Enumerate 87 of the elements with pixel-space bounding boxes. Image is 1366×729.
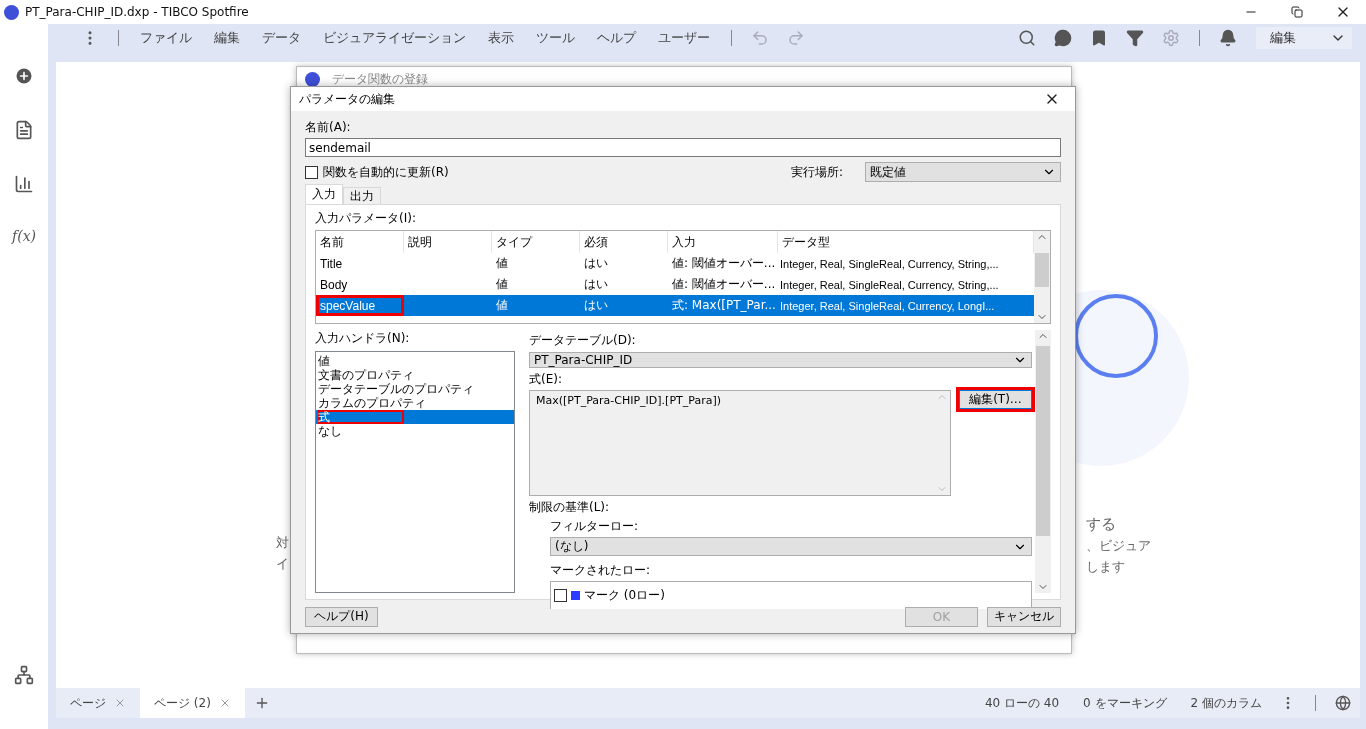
list-item[interactable]: データテーブルのプロパティ bbox=[316, 382, 514, 396]
hint-text: イ bbox=[276, 555, 289, 573]
table-row[interactable]: specValue 値 はい 式: Max([PT_Par... Integer, Real, SingleReal, Currency, LongI... bbox=[316, 295, 1034, 316]
filter-dropdown[interactable]: (なし) bbox=[550, 537, 1032, 556]
page-tab[interactable]: ページ bbox=[56, 688, 140, 718]
menu-item[interactable]: ファイル bbox=[129, 29, 203, 47]
column-header[interactable]: 入力 bbox=[668, 231, 778, 253]
column-header[interactable]: 名前 bbox=[316, 231, 404, 253]
table-cell-text: はい bbox=[583, 276, 609, 293]
chat-icon[interactable] bbox=[1054, 29, 1072, 47]
table-cell-text: 値: 閾値オーバー... bbox=[671, 276, 777, 293]
table-cell-text: 値 bbox=[495, 297, 509, 314]
table-cell-text: 値: 閾値オーバー... bbox=[671, 255, 777, 272]
checkbox[interactable] bbox=[305, 165, 318, 179]
column-header[interactable]: 必須 bbox=[580, 231, 668, 253]
menu-item[interactable]: ユーザー bbox=[647, 29, 721, 47]
app-logo-icon bbox=[4, 4, 19, 20]
table-cell-text: 値 bbox=[495, 276, 509, 293]
mode-dropdown[interactable]: 編集 bbox=[1256, 27, 1352, 49]
table-cell-text: Body bbox=[319, 276, 349, 294]
menu-item[interactable]: データ bbox=[251, 29, 312, 47]
table-cell-text: Title bbox=[319, 255, 344, 273]
tab[interactable]: 出力 bbox=[343, 187, 381, 204]
field-label: マークされたロー: bbox=[550, 562, 652, 579]
menu-item[interactable]: ビジュアライゼーション bbox=[312, 29, 477, 47]
field-label: 実行場所: bbox=[790, 163, 843, 181]
field-label: フィルターロー: bbox=[550, 518, 640, 535]
hint-text: します bbox=[1086, 558, 1126, 576]
table-cell: specValue bbox=[316, 295, 404, 316]
filter-icon[interactable] bbox=[1126, 29, 1144, 47]
globe-icon[interactable] bbox=[1335, 695, 1351, 711]
hint-text: 対 bbox=[276, 534, 289, 552]
menu-item[interactable]: 編集 bbox=[203, 29, 251, 47]
run-location-dropdown[interactable]: 既定値 bbox=[865, 162, 1061, 182]
field-label: 名前(A): bbox=[305, 119, 352, 136]
field-label: 制限の基準(L): bbox=[529, 499, 611, 516]
table-cell-text: 値 bbox=[495, 255, 509, 272]
table-cell-text: Integer, Real, SingleReal, Currency, String,... bbox=[779, 256, 1000, 272]
app-logo-icon bbox=[305, 71, 320, 87]
document-icon[interactable] bbox=[14, 120, 34, 140]
field-label: 式(E): bbox=[529, 371, 563, 388]
section-label: 入力パラメータ(I): bbox=[315, 210, 417, 227]
table-cell-text: 式: Max([PT_Par... bbox=[671, 297, 777, 314]
list-item[interactable]: 文書のプロパティ bbox=[316, 368, 514, 382]
bookmark-icon[interactable] bbox=[1090, 29, 1108, 47]
list-item[interactable]: 値 bbox=[316, 354, 514, 368]
table-cell-text: Integer, Real, SingleReal, Currency, LongI... bbox=[779, 298, 996, 314]
dialog-title: データ関数の登録 bbox=[332, 70, 428, 88]
status-text: 40 ローの 40 bbox=[984, 694, 1060, 712]
data-table-dropdown[interactable]: PT_Para-CHIP_ID bbox=[529, 352, 1032, 368]
bar-chart-icon[interactable] bbox=[14, 174, 34, 194]
field-label: データテーブル(D): bbox=[529, 332, 637, 349]
section-label: 入力ハンドラ(N): bbox=[315, 330, 411, 347]
restore-icon[interactable] bbox=[1291, 6, 1303, 18]
column-header[interactable]: 説明 bbox=[404, 231, 492, 253]
hint-text: 、ビジュア bbox=[1086, 537, 1151, 555]
name-field[interactable]: sendemail bbox=[305, 138, 1061, 157]
add-icon[interactable] bbox=[14, 66, 34, 86]
formula-icon[interactable]: f(x) bbox=[12, 228, 36, 244]
tab[interactable]: 入力 bbox=[305, 184, 343, 204]
expression-field[interactable]: Max([PT_Para-CHIP_ID].[PT_Para]) bbox=[529, 390, 951, 496]
checkbox-label: 関数を自動的に更新(R) bbox=[323, 163, 449, 181]
column-header[interactable]: タイプ bbox=[492, 231, 580, 253]
status-text: 2 個のカラム bbox=[1190, 694, 1262, 712]
table-cell-text: はい bbox=[583, 297, 609, 314]
list-item[interactable]: カラムのプロパティ bbox=[316, 396, 514, 410]
edit-button[interactable]: 編集(T)… bbox=[959, 390, 1032, 409]
hint-text: する bbox=[1086, 514, 1117, 535]
checkbox[interactable] bbox=[554, 589, 567, 602]
menu-item[interactable]: 表示 bbox=[477, 29, 525, 47]
table-cell-text: はい bbox=[583, 255, 609, 272]
menu-item[interactable]: ヘルプ bbox=[586, 29, 647, 47]
page-tab[interactable]: ページ (2) bbox=[140, 688, 245, 718]
window-title: PT_Para-CHIP_ID.dxp - TIBCO Spotfire bbox=[25, 5, 249, 19]
hierarchy-icon[interactable] bbox=[14, 665, 34, 685]
menu-item[interactable]: ツール bbox=[525, 29, 586, 47]
help-button[interactable]: ヘルプ(H) bbox=[305, 606, 378, 627]
bell-icon[interactable] bbox=[1219, 29, 1237, 47]
list-item[interactable]: なし bbox=[316, 424, 514, 438]
table-row[interactable]: Body 値 はい 値: 閾値オーバー... Integer, Real, SingleReal, Currency, String,... bbox=[316, 274, 1034, 295]
table-cell-text: Integer, Real, SingleReal, Currency, String,... bbox=[779, 277, 1000, 293]
status-text: 0 をマーキング bbox=[1083, 694, 1167, 712]
marking-label: マーク (0ロー) bbox=[584, 587, 665, 604]
table-row[interactable]: Title 値 はい 値: 閾値オーバー... Integer, Real, SingleReal, Currency, String,... bbox=[316, 253, 1034, 274]
search-icon[interactable] bbox=[1018, 29, 1036, 47]
cancel-button[interactable]: キャンセル bbox=[987, 606, 1061, 627]
dialog-title: パラメータの編集 bbox=[299, 90, 395, 108]
